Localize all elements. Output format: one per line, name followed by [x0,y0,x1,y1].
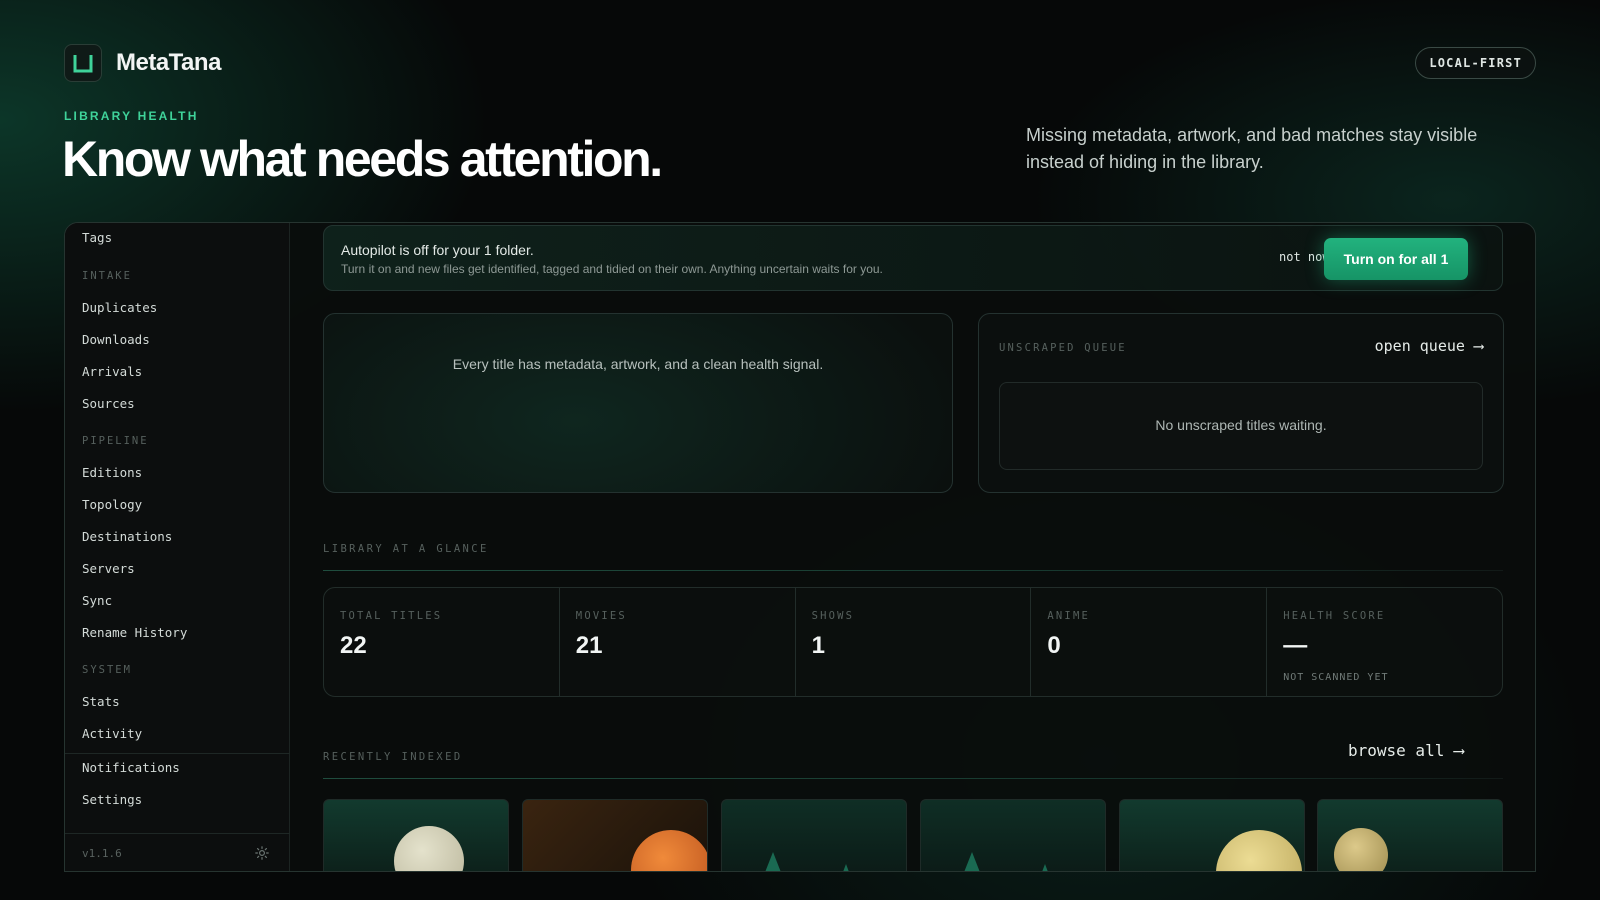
sidebar-item-stats[interactable]: Stats [82,694,120,709]
recent-posters [323,799,1503,871]
theme-toggle-icon[interactable] [255,846,269,860]
poster-card[interactable] [1317,799,1503,871]
sidebar-item-destinations[interactable]: Destinations [82,529,172,544]
sidebar-item-sync[interactable]: Sync [82,593,112,608]
health-status-text: Every title has metadata, artwork, and a… [452,356,824,372]
glance-section-label: LIBRARY AT A GLANCE [323,543,489,555]
sidebar-item-editions[interactable]: Editions [82,465,142,480]
app-name: MetaTana [116,49,221,76]
poster-card[interactable] [920,799,1106,871]
hero-eyebrow: LIBRARY HEALTH [64,109,199,123]
recent-divider [323,778,1503,779]
browse-all-link[interactable]: browse all ⟶ [1348,741,1464,760]
poster-art [1334,828,1388,871]
stat-movies: MOVIES 21 [560,588,796,696]
queue-label: UNSCRAPED QUEUE [999,342,1127,354]
queue-empty-state: No unscraped titles waiting. [999,382,1483,470]
sidebar-item-servers[interactable]: Servers [82,561,135,576]
stat-value: 21 [575,632,603,659]
stat-label: TOTAL TITLES [340,610,443,622]
stat-label: HEALTH SCORE [1283,610,1386,622]
stat-label: MOVIES [575,610,627,622]
poster-card[interactable] [323,799,509,871]
stat-shows: SHOWS 1 [796,588,1032,696]
poster-card[interactable] [522,799,708,871]
stat-anime: ANIME 0 [1031,588,1268,696]
hero-subtitle: Missing metadata, artwork, and bad match… [1026,125,1478,172]
sidebar: Tags INTAKE Duplicates Downloads Arrival… [65,223,290,871]
stat-total-titles: TOTAL TITLES 22 [324,588,560,696]
sidebar-divider [65,833,290,834]
recent-section-label: RECENTLY INDEXED [323,751,463,763]
glance-divider [323,570,1503,571]
main-content: Autopilot is off for your 1 folder. Turn… [291,223,1535,871]
queue-empty-text: No unscraped titles waiting. [1155,417,1327,433]
app-version: v1.1.6 [82,847,122,860]
poster-art [961,852,983,871]
poster-card[interactable] [721,799,907,871]
sidebar-item-downloads[interactable]: Downloads [82,332,150,347]
app-window: Tags INTAKE Duplicates Downloads Arrival… [64,222,1536,872]
poster-card[interactable] [1119,799,1305,871]
sidebar-item-sources[interactable]: Sources [82,396,135,411]
app-logo [64,44,102,82]
sidebar-item-activity[interactable]: Activity [82,726,142,741]
not-now-button[interactable]: not now [1279,250,1330,264]
poster-art [1216,830,1302,871]
sidebar-section-pipeline: PIPELINE [82,435,149,447]
poster-art [1039,864,1051,871]
banner-title: Autopilot is off for your 1 folder. [341,242,534,258]
open-queue-link[interactable]: open queue ⟶ [1375,337,1483,355]
sidebar-item-topology[interactable]: Topology [82,497,142,512]
sidebar-item-duplicates[interactable]: Duplicates [82,300,157,315]
poster-art [762,852,784,871]
stat-value: 22 [340,632,367,659]
unscraped-queue-card: UNSCRAPED QUEUE open queue ⟶ No unscrape… [978,313,1504,493]
sidebar-divider [65,753,290,754]
page-title: Know what needs attention. [62,131,663,187]
health-status-card: Every title has metadata, artwork, and a… [323,313,953,493]
stat-value: 0 [1047,632,1061,659]
stat-note: NOT SCANNED YET [1283,672,1389,683]
sidebar-section-system: SYSTEM [82,664,132,676]
sidebar-item-rename-history[interactable]: Rename History [82,625,187,640]
stat-value: — [1283,632,1308,659]
poster-art [394,826,464,871]
library-stats: TOTAL TITLES 22 MOVIES 21 SHOWS 1 ANIME … [323,587,1503,697]
sidebar-item-settings[interactable]: Settings [82,792,142,807]
sidebar-item-tags[interactable]: Tags [82,230,112,245]
autopilot-banner: Autopilot is off for your 1 folder. Turn… [323,225,1503,291]
stat-label: ANIME [1047,610,1090,622]
stat-health-score: HEALTH SCORE — NOT SCANNED YET [1267,588,1502,696]
turn-on-autopilot-button[interactable]: Turn on for all 1 [1324,238,1468,280]
stat-label: SHOWS [811,610,855,622]
logo-icon [73,55,93,73]
sidebar-item-notifications[interactable]: Notifications [82,760,180,775]
poster-art [631,830,707,871]
banner-subtitle: Turn it on and new files get identified,… [341,262,883,276]
sidebar-item-arrivals[interactable]: Arrivals [82,364,142,379]
local-first-badge: LOCAL-FIRST [1415,47,1536,79]
sidebar-section-intake: INTAKE [82,270,132,282]
poster-art [840,864,852,871]
stat-value: 1 [811,632,825,659]
